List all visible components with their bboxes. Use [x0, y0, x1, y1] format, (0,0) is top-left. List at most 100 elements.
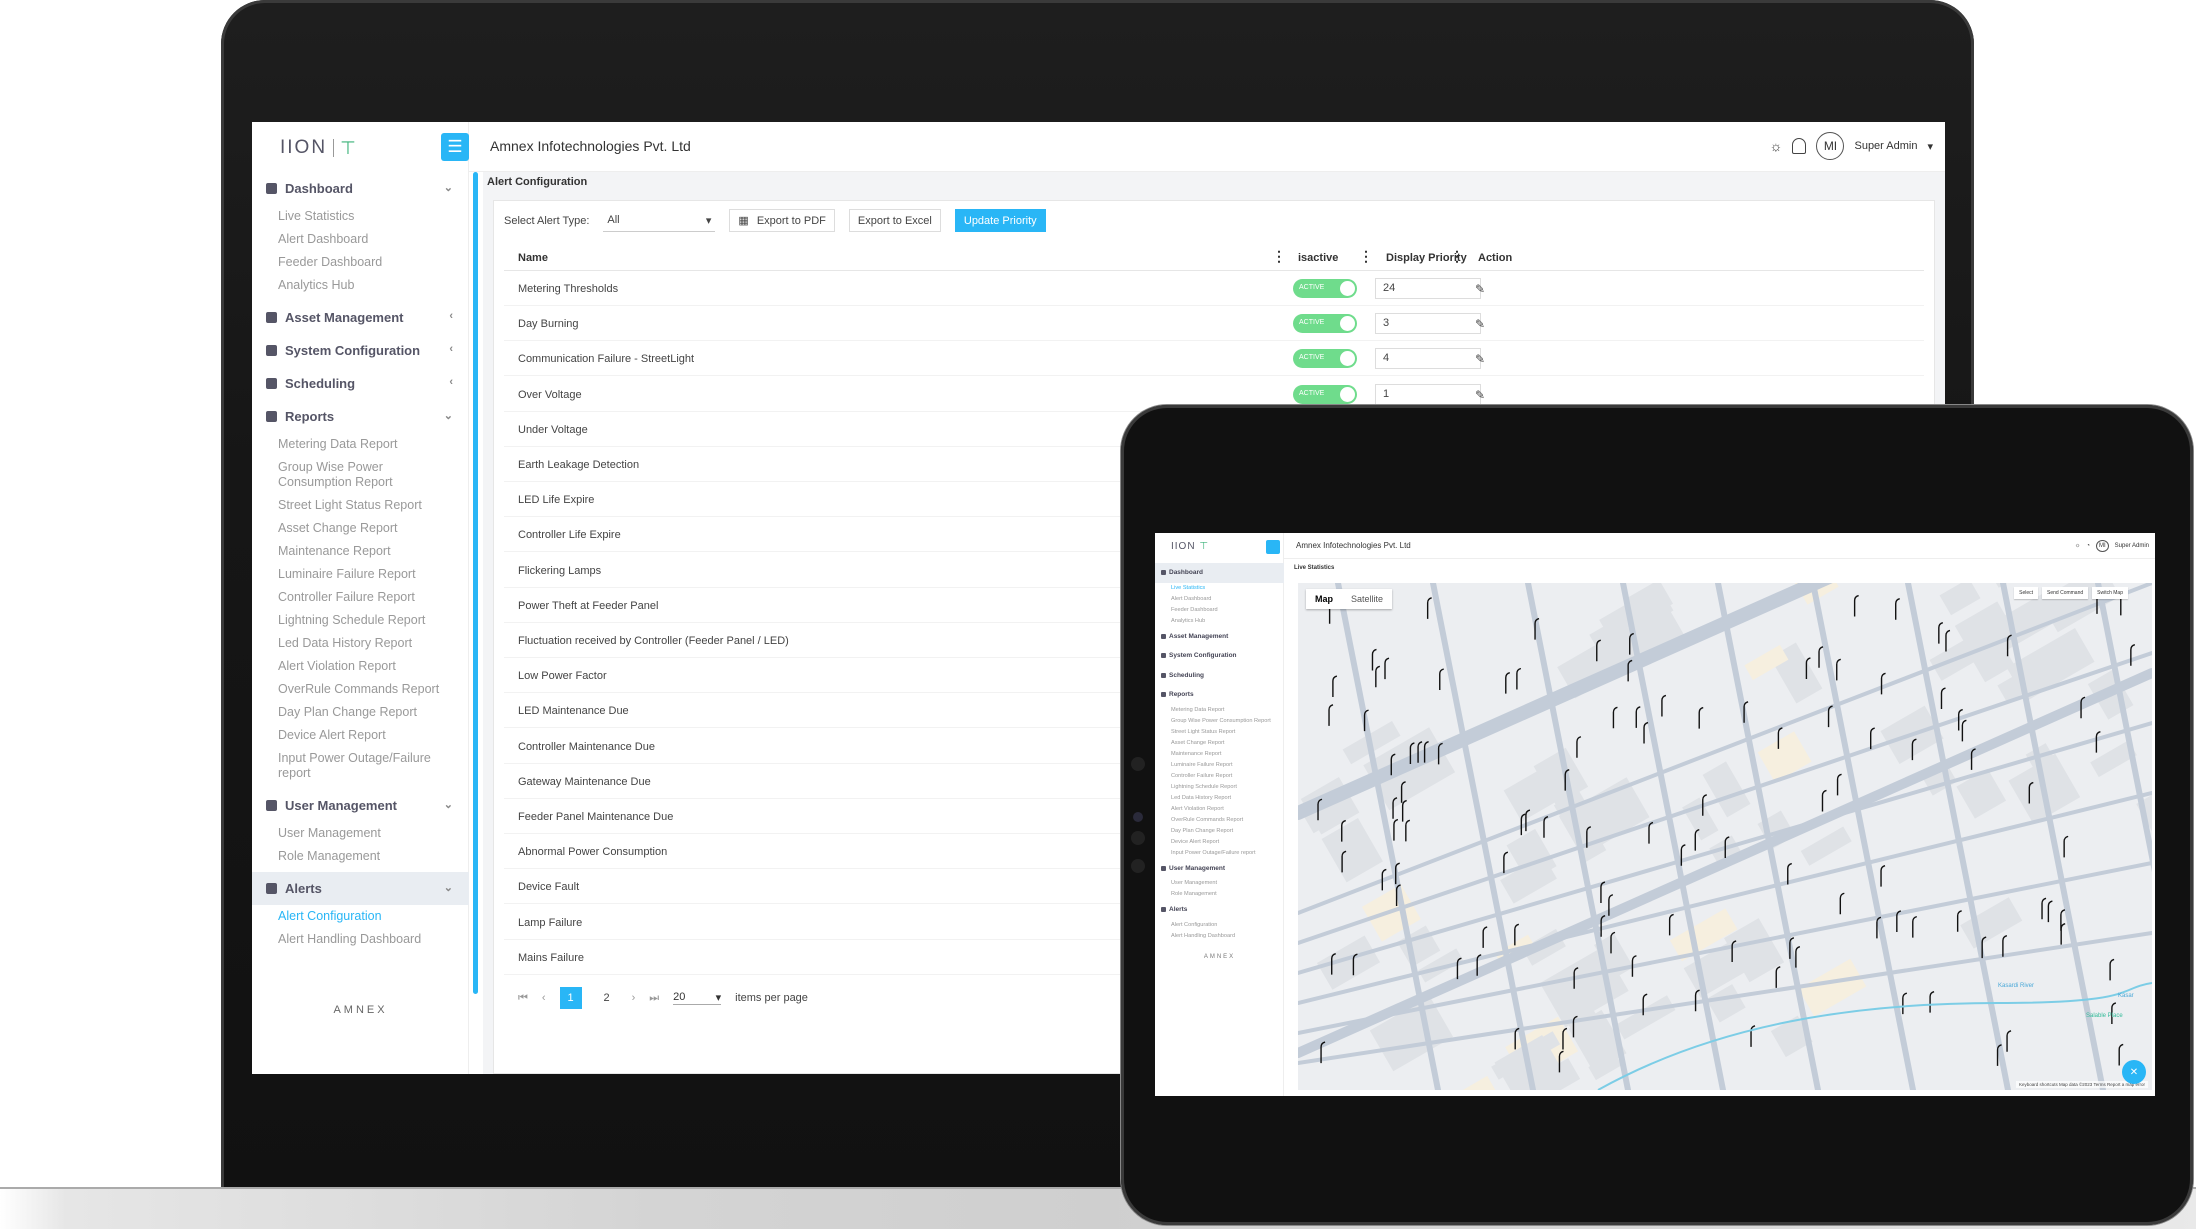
tablet-section-reports[interactable]: Reports: [1155, 685, 1284, 705]
map-tab[interactable]: Map: [1306, 589, 1342, 609]
sidebar-item-analytics-hub[interactable]: Analytics Hub: [252, 274, 469, 297]
tablet-item-alert-dashboard[interactable]: Alert Dashboard: [1155, 594, 1284, 605]
next-page-icon[interactable]: ›: [632, 992, 636, 1004]
user-name[interactable]: Super Admin: [1854, 140, 1917, 152]
theme-sun-icon[interactable]: ☼: [2075, 543, 2081, 549]
tablet-item-day-plan-change-report[interactable]: Day Plan Change Report: [1155, 826, 1284, 837]
user-name[interactable]: Super Admin: [2115, 543, 2149, 549]
sidebar-scrollbar[interactable]: [473, 172, 478, 994]
tablet-item-alert-handling-dashboard[interactable]: Alert Handling Dashboard: [1155, 931, 1284, 942]
chevron-down-icon[interactable]: ▾: [1927, 140, 1933, 153]
send-command-button[interactable]: Send Command: [2042, 587, 2089, 599]
export-excel-button[interactable]: Export to Excel: [848, 209, 941, 232]
sidebar-item-street-light-status-report[interactable]: Street Light Status Report: [252, 494, 469, 517]
sidebar-section-reports[interactable]: Reports ⌄: [252, 400, 469, 433]
tablet-item-device-alert-report[interactable]: Device Alert Report: [1155, 837, 1284, 848]
tablet-item-alert-violation-report[interactable]: Alert Violation Report: [1155, 804, 1284, 815]
sidebar-section-asset-management[interactable]: Asset Management ‹: [252, 301, 469, 334]
tablet-item-input-power-outage-failure-report[interactable]: Input Power Outage/Failure report: [1155, 848, 1284, 859]
sidebar-item-asset-change-report[interactable]: Asset Change Report: [252, 517, 469, 540]
table-row[interactable]: Metering Thresholds ACTIVE 24 ✎: [504, 271, 1924, 306]
tablet-section-user-management[interactable]: User Management: [1155, 859, 1284, 879]
map-canvas[interactable]: [1298, 583, 2152, 1090]
sidebar-item-alert-configuration[interactable]: Alert Configuration: [252, 905, 469, 928]
tablet-section-dashboard[interactable]: Dashboard: [1155, 563, 1284, 583]
update-priority-button[interactable]: Update Priority: [954, 209, 1046, 232]
hamburger-menu-button[interactable]: ☰: [441, 133, 469, 161]
tablet-item-asset-change-report[interactable]: Asset Change Report: [1155, 738, 1284, 749]
tablet-item-role-management[interactable]: Role Management: [1155, 889, 1284, 900]
sidebar-item-role-management[interactable]: Role Management: [252, 845, 469, 868]
sidebar-item-input-power-outage-failure-report[interactable]: Input Power Outage/Failure report: [252, 747, 469, 785]
tablet-item-live-statistics[interactable]: Live Statistics: [1155, 583, 1284, 594]
tablet-item-user-management[interactable]: User Management: [1155, 878, 1284, 889]
priority-input[interactable]: 3: [1375, 313, 1481, 335]
tablet-item-luminaire-failure-report[interactable]: Luminaire Failure Report: [1155, 760, 1284, 771]
tablet-hamburger-button[interactable]: [1266, 540, 1280, 554]
sidebar-section-scheduling[interactable]: Scheduling ‹: [252, 367, 469, 400]
edit-pencil-icon[interactable]: ✎: [1475, 317, 1489, 331]
sidebar-item-group-wise-power-consumption-report[interactable]: Group Wise Power Consumption Report: [252, 456, 469, 494]
sidebar-section-alerts[interactable]: Alerts ⌄: [252, 872, 469, 905]
per-page-select[interactable]: 20 ▾: [673, 991, 722, 1005]
tablet-item-alert-configuration[interactable]: Alert Configuration: [1155, 920, 1284, 931]
tablet-item-feeder-dashboard[interactable]: Feeder Dashboard: [1155, 605, 1284, 616]
page-2-button[interactable]: 2: [596, 987, 618, 1009]
isactive-toggle[interactable]: ACTIVE: [1293, 279, 1357, 298]
avatar[interactable]: MI: [1816, 132, 1845, 160]
tablet-item-street-light-status-report[interactable]: Street Light Status Report: [1155, 727, 1284, 738]
col-isactive-header[interactable]: isactive: [1298, 252, 1338, 264]
isactive-toggle[interactable]: ACTIVE: [1293, 384, 1357, 404]
priority-input[interactable]: 1: [1375, 383, 1481, 405]
edit-pencil-icon[interactable]: ✎: [1475, 282, 1489, 296]
sidebar-section-dashboard[interactable]: Dashboard ⌄: [252, 172, 469, 205]
sidebar-item-user-management[interactable]: User Management: [252, 822, 469, 845]
table-row[interactable]: Day Burning ACTIVE 3 ✎: [504, 306, 1924, 342]
tablet-item-lightning-schedule-report[interactable]: Lightning Schedule Report: [1155, 782, 1284, 793]
satellite-tab[interactable]: Satellite: [1342, 589, 1392, 609]
live-map[interactable]: Map Satellite Select Send Command Switch…: [1298, 583, 2152, 1090]
switch-map-button[interactable]: Switch Map: [2092, 587, 2128, 599]
edit-pencil-icon[interactable]: ✎: [1475, 352, 1489, 366]
priority-input[interactable]: 24: [1375, 278, 1481, 299]
first-page-icon[interactable]: ⏮: [518, 992, 528, 1005]
sidebar-item-controller-failure-report[interactable]: Controller Failure Report: [252, 586, 469, 609]
select-dropdown[interactable]: Select: [2014, 587, 2039, 599]
tablet-section-scheduling[interactable]: Scheduling: [1155, 666, 1284, 686]
sidebar-item-alert-handling-dashboard[interactable]: Alert Handling Dashboard: [252, 928, 469, 951]
sidebar-section-user-management[interactable]: User Management ⌄: [252, 789, 469, 822]
column-menu-icon[interactable]: ⋮: [1272, 248, 1286, 265]
sidebar-item-day-plan-change-report[interactable]: Day Plan Change Report: [252, 701, 469, 724]
bell-icon[interactable]: [1792, 138, 1807, 154]
sidebar-item-device-alert-report[interactable]: Device Alert Report: [252, 724, 469, 747]
col-name-header[interactable]: Name: [518, 252, 548, 264]
tablet-section-system-configuration[interactable]: System Configuration: [1155, 646, 1284, 666]
priority-input[interactable]: 4: [1375, 348, 1481, 370]
edit-pencil-icon[interactable]: ✎: [1475, 388, 1489, 402]
col-action-header[interactable]: Action: [1478, 252, 1512, 264]
sidebar-item-alert-dashboard[interactable]: Alert Dashboard: [252, 228, 469, 251]
tablet-item-metering-data-report[interactable]: Metering Data Report: [1155, 705, 1284, 716]
export-pdf-button[interactable]: ▦ Export to PDF: [729, 209, 835, 232]
bell-icon[interactable]: ◔: [2086, 543, 2090, 549]
last-page-icon[interactable]: ⏭: [649, 992, 659, 1005]
fab-button[interactable]: ✕: [2122, 1060, 2146, 1084]
avatar[interactable]: MI: [2095, 540, 2109, 552]
page-1-button[interactable]: 1: [559, 987, 582, 1009]
sidebar-item-live-statistics[interactable]: Live Statistics: [252, 205, 469, 228]
sidebar-item-luminaire-failure-report[interactable]: Luminaire Failure Report: [252, 563, 469, 586]
table-row[interactable]: Communication Failure - StreetLight ACTIV…: [504, 341, 1924, 377]
tablet-section-alerts[interactable]: Alerts: [1155, 900, 1284, 920]
tablet-item-led-data-history-report[interactable]: Led Data History Report: [1155, 793, 1284, 804]
sidebar-item-feeder-dashboard[interactable]: Feeder Dashboard: [252, 251, 469, 274]
tablet-item-maintenance-report[interactable]: Maintenance Report: [1155, 749, 1284, 760]
alert-type-select[interactable]: All ▾: [603, 210, 716, 232]
sidebar-item-metering-data-report[interactable]: Metering Data Report: [252, 433, 469, 456]
tablet-item-analytics-hub[interactable]: Analytics Hub: [1155, 616, 1284, 627]
tablet-section-asset-management[interactable]: Asset Management: [1155, 627, 1284, 647]
sidebar-item-led-data-history-report[interactable]: Led Data History Report: [252, 632, 469, 655]
tablet-item-controller-failure-report[interactable]: Controller Failure Report: [1155, 771, 1284, 782]
sidebar-item-lightning-schedule-report[interactable]: Lightning Schedule Report: [252, 609, 469, 632]
sidebar-item-overrule-commands-report[interactable]: OverRule Commands Report: [252, 678, 469, 701]
theme-sun-icon[interactable]: ☼: [1770, 138, 1783, 154]
